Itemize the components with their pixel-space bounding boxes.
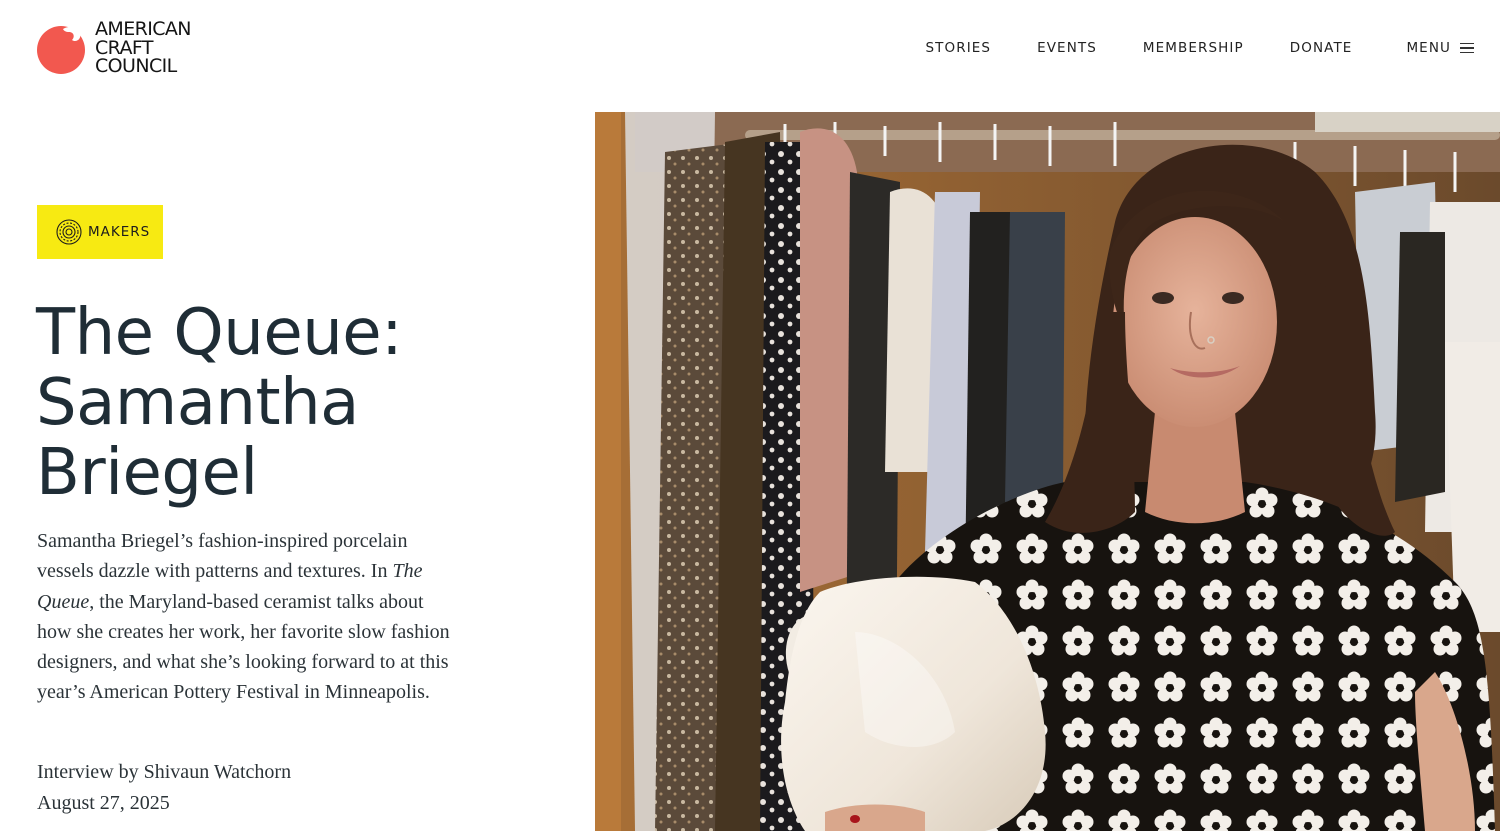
logo-line: AMERICAN: [95, 18, 191, 40]
author-credit: Interview by Shivaun Watchorn: [37, 761, 292, 783]
nav-link-donate[interactable]: DONATE: [1290, 40, 1353, 56]
logo-line: COUNCIL: [95, 55, 177, 77]
title-line: The Queue:: [36, 296, 403, 370]
article-title: The Queue: Samantha Briegel: [36, 298, 556, 508]
hamburger-icon: [1460, 42, 1474, 54]
title-line: Samantha: [36, 366, 359, 440]
nav-link-events[interactable]: EVENTS: [1037, 40, 1097, 56]
hero-photo: [595, 112, 1500, 831]
article-byline: Interview by Shivaun Watchorn August 27,…: [37, 757, 291, 819]
target-icon: [56, 219, 82, 245]
article-intro: Samantha Briegel’s fashion-inspired porc…: [37, 526, 457, 708]
category-label: MAKERS: [88, 224, 151, 240]
intro-text: Samantha Briegel’s fashion-inspired porc…: [37, 530, 408, 583]
nav-link-stories[interactable]: STORIES: [925, 40, 991, 56]
nav-link-membership[interactable]: MEMBERSHIP: [1143, 40, 1244, 56]
site-logo[interactable]: AMERICAN CRAFT COUNCIL: [37, 19, 191, 77]
publish-date: August 27, 2025: [37, 792, 170, 814]
menu-label: MENU: [1406, 40, 1451, 56]
category-badge-makers[interactable]: MAKERS: [37, 205, 163, 259]
portrait-illustration: [595, 112, 1500, 831]
menu-button[interactable]: MENU: [1406, 40, 1474, 56]
intro-text: , the Maryland-based ceramist talks abou…: [37, 590, 450, 704]
logo-wordmark: AMERICAN CRAFT COUNCIL: [95, 20, 191, 76]
page: AMERICAN CRAFT COUNCIL STORIES EVENTS ME…: [0, 0, 1500, 831]
craft-council-logo-icon: [37, 26, 85, 74]
main-nav: STORIES EVENTS MEMBERSHIP DONATE MENU: [925, 40, 1474, 56]
title-line: Briegel: [36, 436, 258, 510]
